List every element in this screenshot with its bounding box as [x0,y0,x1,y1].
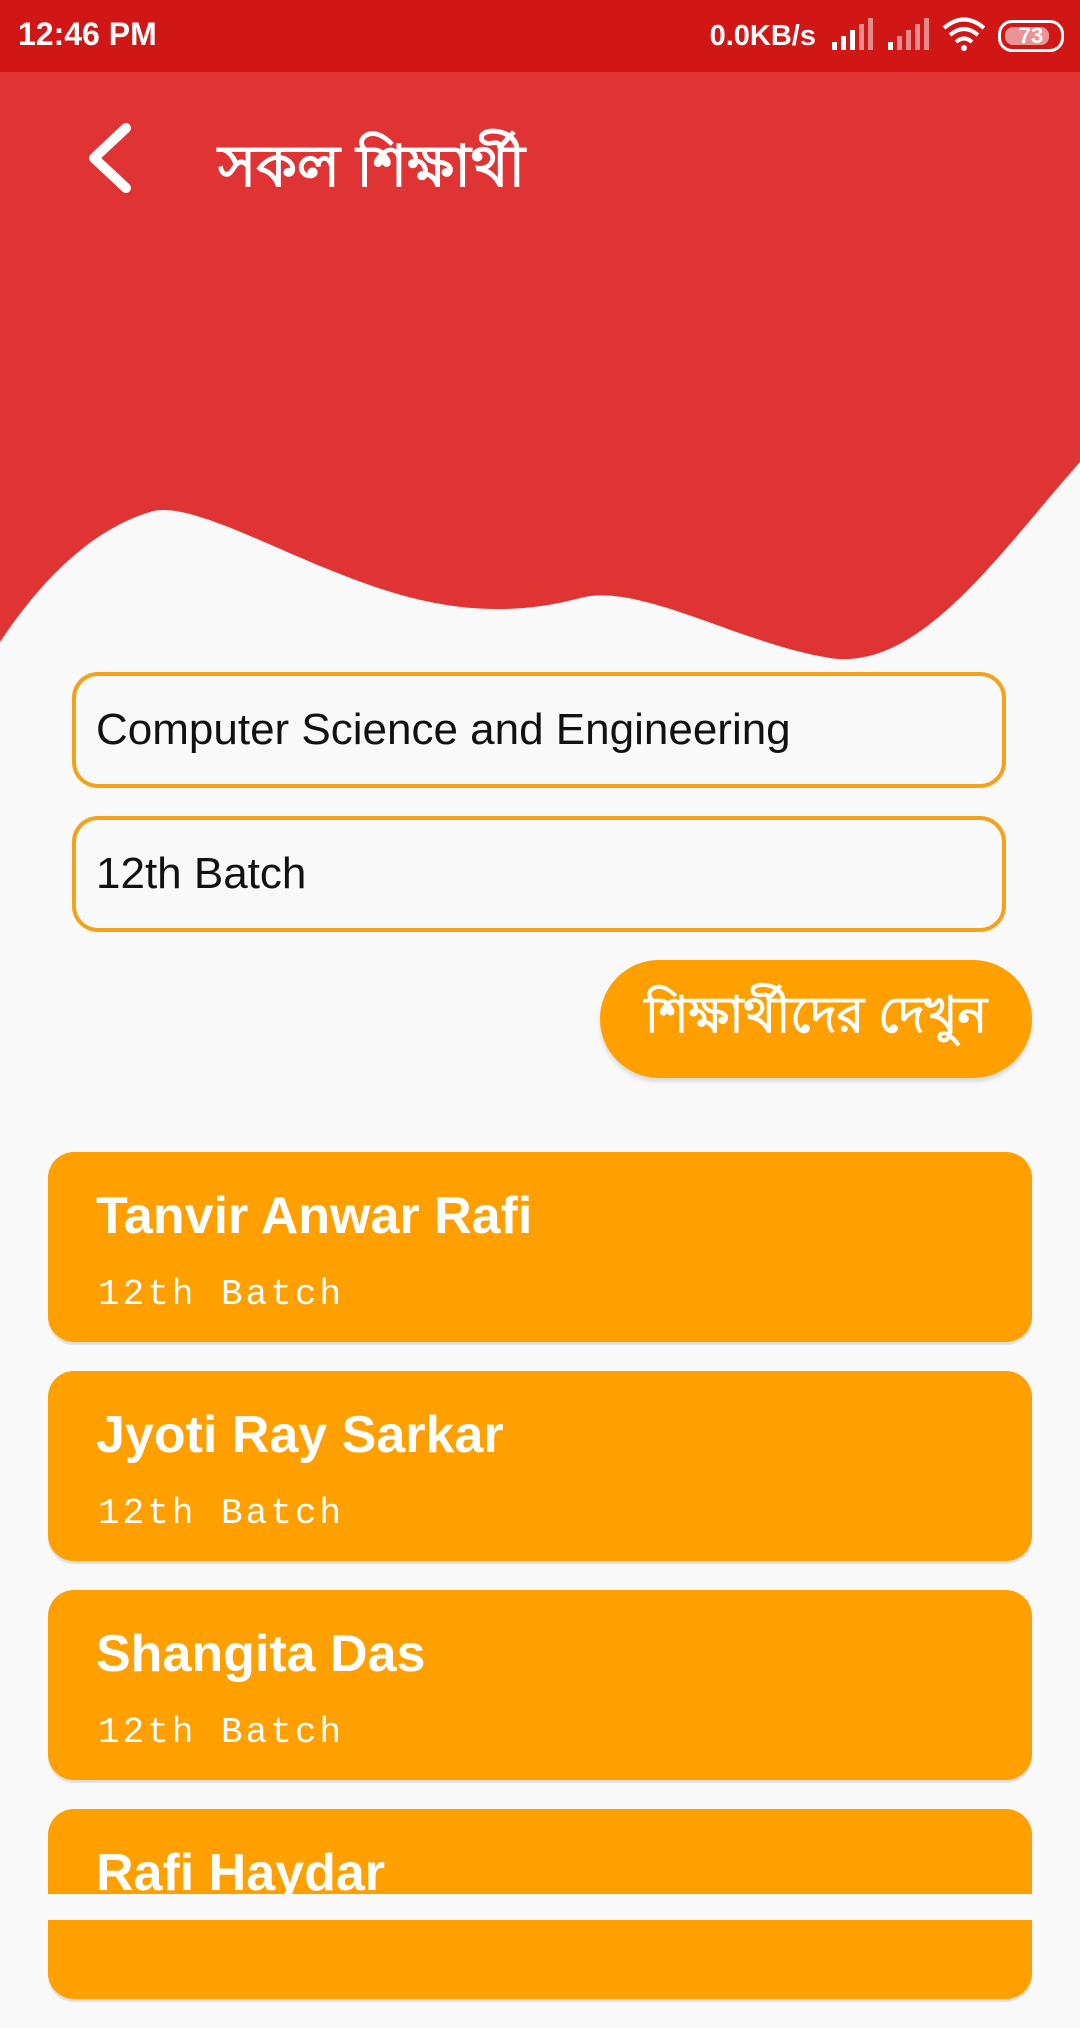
network-speed: 0.0KB/s [709,19,816,52]
student-name: Jyoti Ray Sarkar [96,1406,504,1464]
page-title: সকল শিক্ষার্থী [218,134,526,199]
show-students-button[interactable]: শিক্ষার্থীদের দেখুন [600,960,1032,1078]
student-name: Tanvir Anwar Rafi [96,1187,533,1245]
student-batch: 12th Batch [98,1274,345,1315]
show-students-label: শিক্ষার্থীদের দেখুন [644,986,988,1043]
chevron-left-icon [82,122,138,199]
app-header: সকল শিক্ষার্থী [0,72,1080,252]
status-time: 12:46 PM [18,16,157,52]
battery-icon: 73 [998,20,1064,52]
signal-icon [886,17,930,55]
status-bar: 12:46 PM 0.0KB/s 73 [0,0,1080,72]
signal-icon [830,17,874,55]
department-select[interactable]: Computer Science and Engineering [72,672,1006,788]
batch-select[interactable]: 12th Batch [72,816,1006,932]
batch-value: 12th Batch [96,849,307,898]
student-card[interactable]: Tanvir Anwar Rafi 12th Batch [48,1152,1032,1342]
student-batch: 12th Batch [98,1493,345,1534]
department-value: Computer Science and Engineering [96,705,791,754]
student-batch: 12th Batch [98,1712,345,1753]
status-icons: 0.0KB/s 73 [710,16,1064,56]
student-card[interactable]: Jyoti Ray Sarkar 12th Batch [48,1371,1032,1561]
student-card[interactable]: Shangita Das 12th Batch [48,1590,1032,1780]
wifi-icon [942,17,986,56]
screen-bottom-edge [0,1894,1080,1920]
student-name: Shangita Das [96,1625,426,1683]
back-button[interactable] [70,120,150,200]
